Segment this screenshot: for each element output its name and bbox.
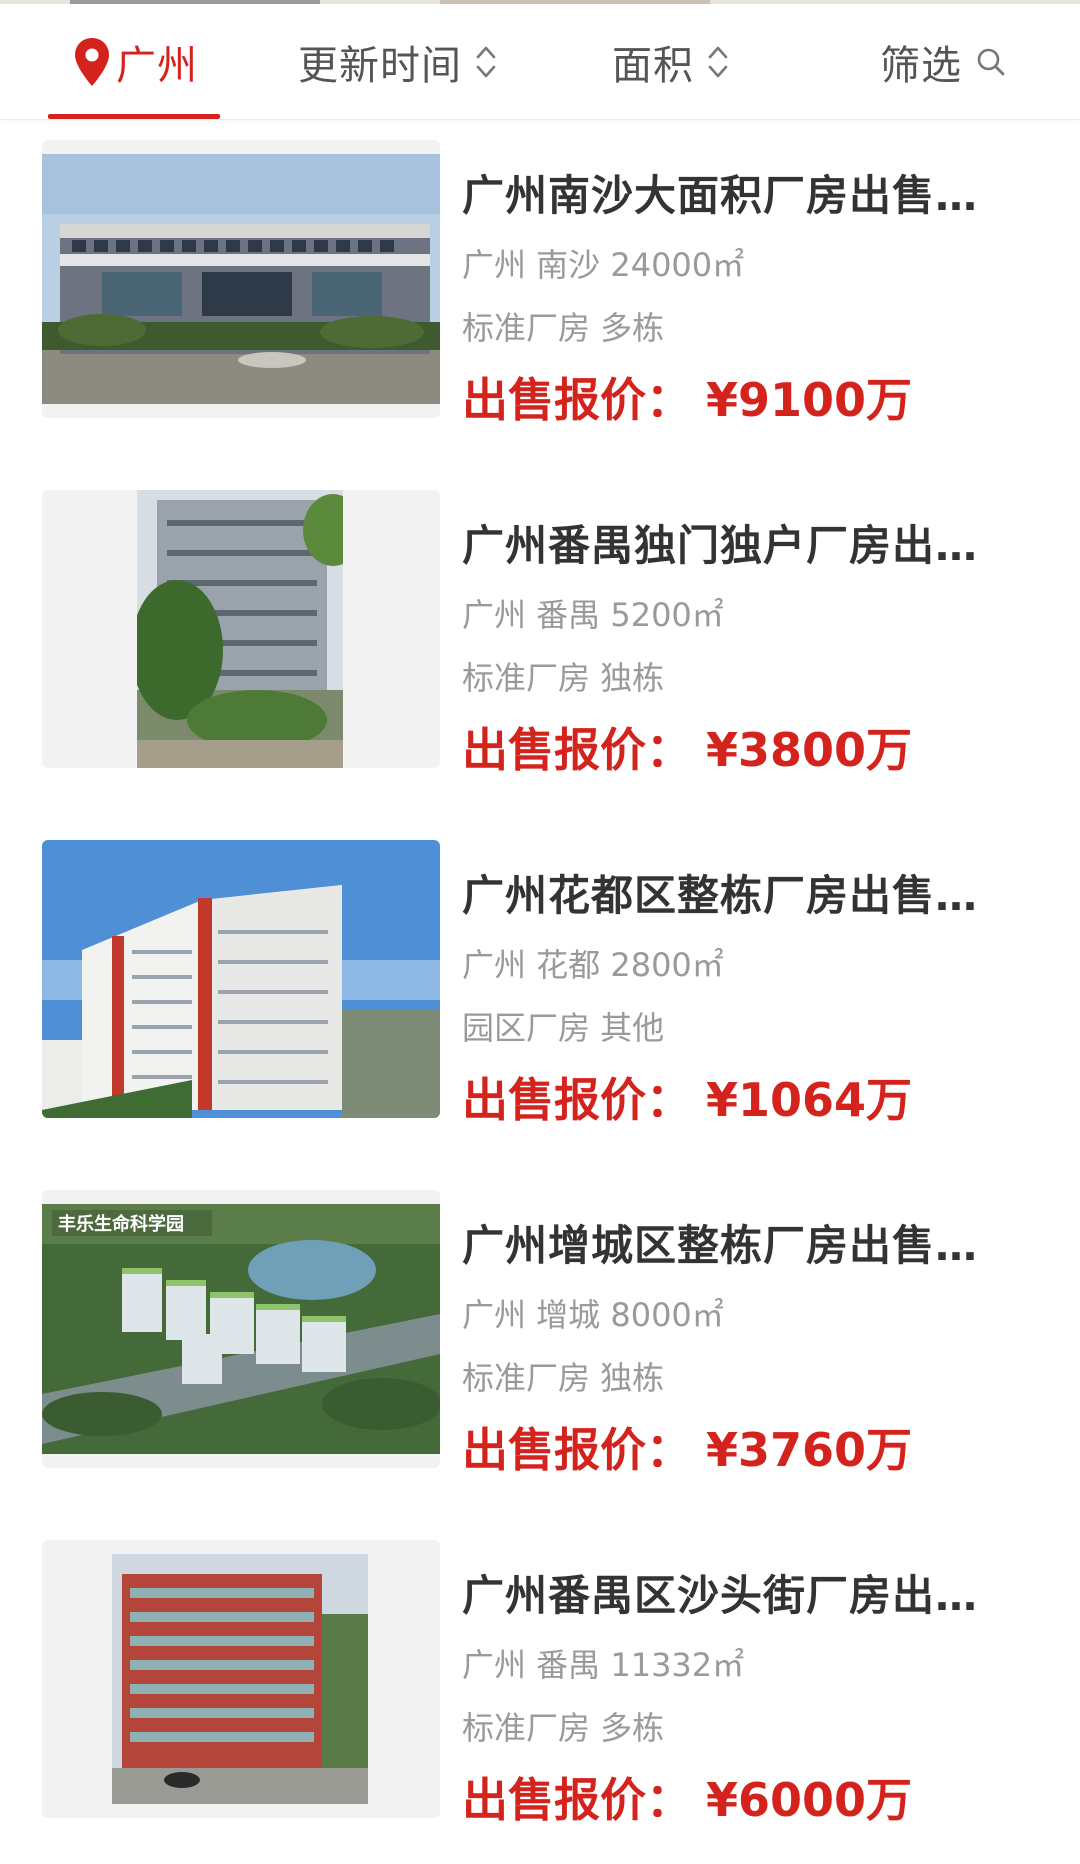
listing-card[interactable]: 广州番禺独门独户厂房出… 广州 番禺 5200㎡ 标准厂房 独栋 出售报价： ¥3… [0,490,1080,777]
price-value: ¥1064万 [706,1073,913,1127]
listing-location: 广州 南沙 24000㎡ [462,246,745,284]
listing-price: 出售报价： ¥3800万 [462,714,912,780]
image-caption: 丰乐生命科学园 [58,1213,184,1235]
price-label: 出售报价： [462,1073,692,1127]
listing-thumbnail[interactable]: 丰乐生命科学园 [42,1190,440,1468]
listing-thumbnail[interactable] [42,1540,440,1818]
update-time-label: 更新时间 [298,43,462,89]
city-label: 广州 [116,43,198,89]
listing-card[interactable]: 丰乐生命科学园 广州增城区整栋厂房出售… 广州 增城 8000㎡ 标准厂房 独栋… [0,1190,1080,1477]
price-label: 出售报价： [462,373,692,427]
listing-tags: 标准厂房 独栋 [462,1359,665,1397]
price-value: ¥6000万 [706,1773,913,1827]
listing-title[interactable]: 广州花都区整栋厂房出售… [462,862,1002,923]
listing-title[interactable]: 广州番禺区沙头街厂房出… [462,1562,1002,1623]
listing-location: 广州 花都 2800㎡ [462,946,724,984]
listing-location: 广州 番禺 5200㎡ [462,596,724,634]
price-label: 出售报价： [462,1423,692,1477]
price-value: ¥3800万 [706,723,913,777]
filter-bar: 广州 更新时间 面积 筛选 [0,4,1080,120]
sort-updown-icon [476,46,496,78]
city-selector[interactable]: 广州 [72,4,198,120]
sort-area[interactable]: 面积 [612,4,730,120]
listing-location: 广州 增城 8000㎡ [462,1296,724,1334]
listing-price: 出售报价： ¥6000万 [462,1764,912,1830]
price-label: 出售报价： [462,1773,692,1827]
factory-photo [42,154,440,404]
listing-tags: 园区厂房 其他 [462,1009,665,1047]
listing-tags: 标准厂房 独栋 [462,659,665,697]
listing-price: 出售报价： ¥9100万 [462,364,912,430]
filter-button[interactable]: 筛选 [880,4,1006,120]
listing-card[interactable]: 广州南沙大面积厂房出售… 广州 南沙 24000㎡ 标准厂房 多栋 出售报价： ¥… [0,140,1080,427]
listing-price: 出售报价： ¥1064万 [462,1064,912,1130]
price-label: 出售报价： [462,723,692,777]
area-label: 面积 [612,43,694,89]
price-value: ¥9100万 [706,373,913,427]
factory-photo: 丰乐生命科学园 [42,1204,440,1454]
factory-photo [112,1554,368,1804]
listing-location: 广州 番禺 11332㎡ [462,1646,745,1684]
listing-tags: 标准厂房 多栋 [462,309,665,347]
listing-title[interactable]: 广州南沙大面积厂房出售… [462,162,1002,223]
listing-tags: 标准厂房 多栋 [462,1709,665,1747]
listing-price: 出售报价： ¥3760万 [462,1414,912,1480]
location-pin-icon [75,38,109,86]
listing-card[interactable]: 广州番禺区沙头街厂房出… 广州 番禺 11332㎡ 标准厂房 多栋 出售报价： ¥… [0,1540,1080,1827]
price-value: ¥3760万 [706,1423,913,1477]
city-tab-indicator [48,114,220,119]
listing-title[interactable]: 广州增城区整栋厂房出售… [462,1212,1002,1273]
listing-thumbnail[interactable] [42,140,440,418]
listing-thumbnail[interactable] [42,490,440,768]
listing-title[interactable]: 广州番禺独门独户厂房出… [462,512,1002,573]
search-icon [977,48,1005,76]
listing-card[interactable]: 广州花都区整栋厂房出售… 广州 花都 2800㎡ 园区厂房 其他 出售报价： ¥1… [0,840,1080,1127]
factory-photo [42,840,440,1118]
factory-photo [137,490,343,768]
filter-label: 筛选 [880,43,962,89]
sort-updown-icon [708,46,728,78]
listing-thumbnail[interactable] [42,840,440,1118]
sort-update-time[interactable]: 更新时间 [298,4,498,120]
